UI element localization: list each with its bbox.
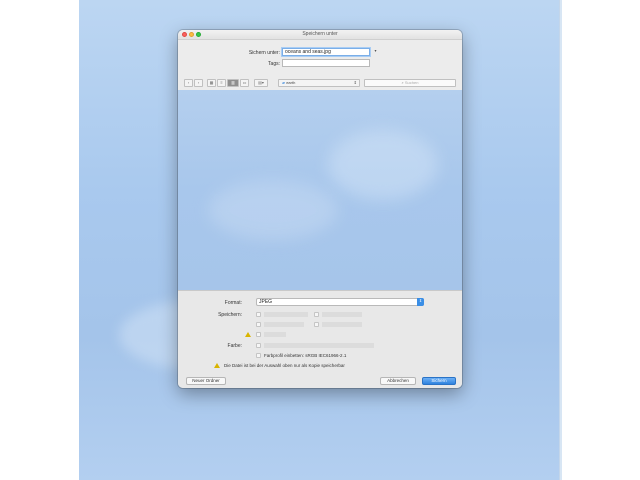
embed-profile-text: Farbprofil einbetten: — [264, 353, 305, 358]
browser-toolbar: ‹ › ▦ ≡ ▥ ▭ ▤▾ ▰ earth ⇕ ⌕ Suchen — [178, 76, 462, 90]
save-dialog: Speichern unter Sichern unter: oceans an… — [178, 30, 462, 388]
cloud-decoration — [208, 180, 338, 240]
popup-arrow-icon: ⇕ — [417, 298, 424, 306]
tags-input[interactable] — [282, 59, 370, 67]
save-as-label: Sichern unter: — [248, 50, 280, 56]
icon-view-icon[interactable]: ▦ — [207, 79, 216, 87]
search-field[interactable]: ⌕ Suchen — [364, 79, 456, 87]
window-edge — [559, 0, 562, 480]
disabled-option-label — [264, 332, 286, 337]
disabled-option-label — [322, 312, 362, 317]
location-popup[interactable]: ▰ earth ⇕ — [278, 79, 360, 87]
back-button[interactable]: ‹ — [184, 79, 193, 87]
file-browser-area[interactable] — [178, 90, 462, 290]
screen: Speichern unter Sichern unter: oceans an… — [0, 0, 640, 480]
format-label: Format: — [224, 300, 242, 306]
dialog-title: Speichern unter — [302, 31, 338, 37]
format-popup[interactable]: JPEG ⇕ — [256, 298, 424, 306]
save-option-checkbox[interactable] — [256, 332, 261, 337]
expand-chevron-icon[interactable]: ▾ — [372, 48, 379, 56]
chevron-updown-icon: ⇕ — [353, 80, 357, 85]
save-label: Speichern: — [218, 312, 242, 318]
filename-input[interactable]: oceans and seas.jpg — [282, 48, 370, 56]
color-label: Farbe: — [227, 343, 242, 349]
profile-value: sRGB IEC61966-2.1 — [305, 353, 347, 358]
tags-label: Tags: — [268, 61, 280, 67]
save-options-panel: Format: JPEG ⇕ Speichern: Farbe: Farbpro… — [178, 290, 462, 388]
disabled-option-label — [322, 322, 362, 327]
title-bar: Speichern unter — [178, 30, 462, 40]
embed-profile-checkbox[interactable] — [256, 353, 261, 358]
save-option-checkbox[interactable] — [314, 322, 319, 327]
disabled-option-label — [264, 343, 374, 348]
cloud-decoration — [328, 130, 438, 200]
list-view-icon[interactable]: ≡ — [217, 79, 226, 87]
forward-button[interactable]: › — [194, 79, 203, 87]
disabled-option-label — [264, 312, 308, 317]
warning-message: Die Datei ist bei der Auswahl oben nur a… — [224, 363, 345, 368]
coverflow-view-icon[interactable]: ▭ — [240, 79, 249, 87]
save-option-checkbox[interactable] — [256, 312, 261, 317]
format-value: JPEG — [259, 299, 273, 305]
search-placeholder: Suchen — [404, 80, 419, 85]
new-folder-button[interactable]: Neuer Ordner — [186, 377, 226, 385]
warning-icon — [214, 363, 220, 368]
column-view-icon[interactable]: ▥ — [227, 79, 239, 87]
location-label: earth — [286, 80, 296, 85]
warning-icon — [245, 332, 251, 337]
arrange-menu-icon[interactable]: ▤▾ — [254, 79, 268, 87]
disabled-option-label — [264, 322, 304, 327]
cancel-button[interactable]: Abbrechen — [380, 377, 416, 385]
save-option-checkbox[interactable] — [314, 312, 319, 317]
save-option-checkbox[interactable] — [256, 322, 261, 327]
save-button[interactable]: Sichern — [422, 377, 456, 385]
embed-profile-label: Farbprofil einbetten: sRGB IEC61966-2.1 — [264, 353, 346, 358]
color-option-checkbox[interactable] — [256, 343, 261, 348]
